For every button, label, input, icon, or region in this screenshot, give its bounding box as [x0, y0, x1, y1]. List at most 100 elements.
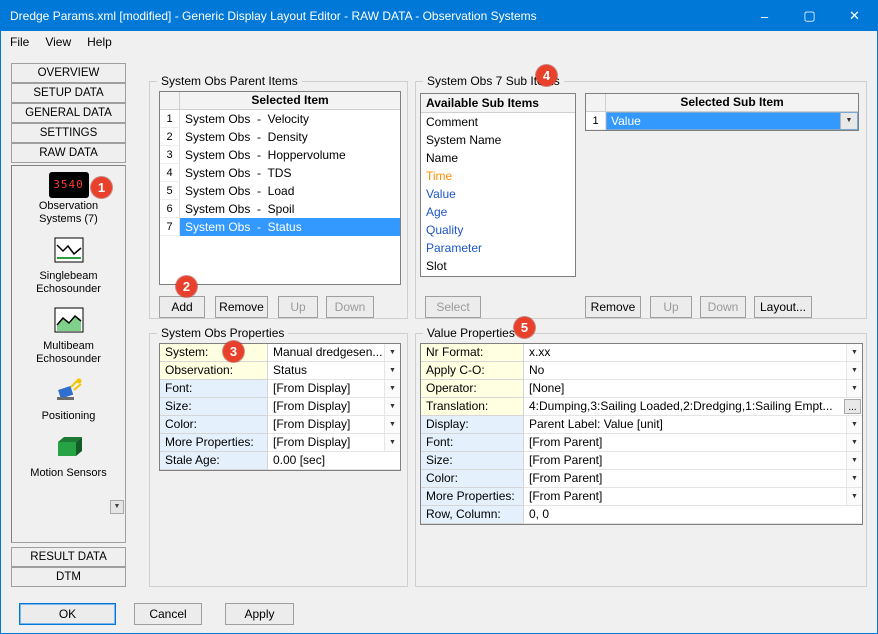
seven-segment-display-icon: 3540: [49, 172, 89, 198]
available-item-parameter[interactable]: Parameter: [421, 239, 575, 257]
selected-sub-item-row[interactable]: 1 Value ▼: [586, 112, 858, 130]
chevron-down-icon[interactable]: ▼: [846, 344, 862, 361]
remove-sub-button[interactable]: Remove: [585, 296, 641, 318]
available-item-time[interactable]: Time: [421, 167, 575, 185]
table-row[interactable]: 4System Obs - TDS: [160, 164, 400, 182]
property-value: 0.00 [sec]: [268, 452, 400, 469]
chevron-down-icon[interactable]: ▼: [846, 380, 862, 397]
chevron-down-icon[interactable]: ▼: [384, 416, 400, 433]
available-item-system-name[interactable]: System Name: [421, 131, 575, 149]
table-row-selected[interactable]: 7System Obs - Status: [160, 218, 400, 236]
echogram-chart-icon: [54, 305, 84, 338]
sidebar-tab-overview[interactable]: OVERVIEW: [11, 63, 126, 83]
font-parent-dropdown[interactable]: [From Parent]▼: [524, 434, 862, 452]
nr-format-dropdown[interactable]: x.xx▼: [524, 344, 862, 362]
row-number: 7: [160, 218, 180, 236]
property-label: Font:: [160, 380, 268, 398]
chevron-down-icon[interactable]: ▼: [846, 362, 862, 379]
available-item-comment[interactable]: Comment: [421, 113, 575, 131]
chevron-down-icon[interactable]: ▼: [384, 362, 400, 379]
color-dropdown[interactable]: [From Display]▼: [268, 416, 400, 434]
add-button[interactable]: Add: [159, 296, 205, 318]
ok-button[interactable]: OK: [19, 603, 116, 625]
menu-view[interactable]: View: [37, 32, 79, 52]
annotation-badge-2: 2: [176, 276, 197, 297]
system-dropdown[interactable]: Manual dredgesen...▼: [268, 344, 400, 362]
observation-dropdown[interactable]: Status▼: [268, 362, 400, 380]
display-dropdown[interactable]: Parent Label: Value [unit]▼: [524, 416, 862, 434]
close-button[interactable]: ✕: [832, 1, 877, 31]
table-row[interactable]: 5System Obs - Load: [160, 182, 400, 200]
group-title: System Obs Properties: [157, 326, 288, 340]
table-row[interactable]: 6System Obs - Spoil: [160, 200, 400, 218]
ellipsis-button[interactable]: ...: [844, 399, 861, 414]
chevron-down-icon[interactable]: ▼: [384, 344, 400, 361]
device-positioning[interactable]: Positioning: [12, 375, 125, 423]
maximize-button[interactable]: ▢: [787, 1, 832, 31]
size-dropdown[interactable]: [From Display]▼: [268, 398, 400, 416]
available-item-quality[interactable]: Quality: [421, 221, 575, 239]
selected-sub-item-combo[interactable]: Value ▼: [606, 112, 858, 130]
device-multibeam-echosounder[interactable]: Multibeam Echosounder: [12, 305, 125, 366]
sidebar-tab-raw-data[interactable]: RAW DATA: [11, 143, 126, 163]
table-row[interactable]: 2System Obs - Density: [160, 128, 400, 146]
down-button[interactable]: Down: [326, 296, 374, 318]
sidebar-tab-setup-data[interactable]: SETUP DATA: [11, 83, 126, 103]
row-number: 4: [160, 164, 180, 182]
translation-field[interactable]: 4:Dumping,3:Sailing Loaded,2:Dredging,1:…: [524, 398, 862, 416]
chevron-down-icon[interactable]: ▼: [384, 380, 400, 397]
chevron-down-icon[interactable]: ▼: [384, 434, 400, 451]
color-parent-dropdown[interactable]: [From Parent]▼: [524, 470, 862, 488]
more-properties-parent-dropdown[interactable]: [From Parent]▼: [524, 488, 862, 506]
apply-co-dropdown[interactable]: No▼: [524, 362, 862, 380]
more-properties-dropdown[interactable]: [From Display]▼: [268, 434, 400, 452]
property-label: Font:: [421, 434, 524, 452]
header-corner: [586, 94, 606, 112]
size-parent-dropdown[interactable]: [From Parent]▼: [524, 452, 862, 470]
table-row[interactable]: 3System Obs - Hoppervolume: [160, 146, 400, 164]
minimize-button[interactable]: –: [742, 1, 787, 31]
table-row[interactable]: 1System Obs - Velocity: [160, 110, 400, 128]
cancel-button[interactable]: Cancel: [134, 603, 202, 625]
row-text: System Obs - Hoppervolume: [180, 146, 400, 164]
up-button[interactable]: Up: [278, 296, 318, 318]
available-item-slot[interactable]: Slot: [421, 257, 575, 275]
property-value: [From Display]: [268, 434, 384, 451]
chevron-down-icon[interactable]: ▼: [846, 416, 862, 433]
scroll-down-button[interactable]: ▼: [110, 500, 124, 514]
chevron-down-icon[interactable]: ▼: [846, 470, 862, 487]
available-item-value[interactable]: Value: [421, 185, 575, 203]
parent-items-table[interactable]: Selected Item 1System Obs - Velocity 2Sy…: [159, 91, 401, 285]
property-value: Parent Label: Value [unit]: [524, 416, 846, 433]
up-sub-button[interactable]: Up: [650, 296, 692, 318]
chevron-down-icon[interactable]: ▼: [846, 488, 862, 505]
remove-button[interactable]: Remove: [215, 296, 268, 318]
device-singlebeam-echosounder[interactable]: Singlebeam Echosounder: [12, 235, 125, 296]
sidebar-tab-dtm[interactable]: DTM: [11, 567, 126, 587]
stale-age-field[interactable]: 0.00 [sec]: [268, 452, 400, 470]
titlebar[interactable]: Dredge Params.xml [modified] - Generic D…: [1, 1, 877, 31]
font-dropdown[interactable]: [From Display]▼: [268, 380, 400, 398]
row-number: 3: [160, 146, 180, 164]
row-column-field[interactable]: 0, 0: [524, 506, 862, 524]
property-value: 0, 0: [524, 506, 862, 523]
chevron-down-icon[interactable]: ▼: [840, 113, 857, 129]
sidebar-tab-settings[interactable]: SETTINGS: [11, 123, 126, 143]
chevron-down-icon[interactable]: ▼: [384, 398, 400, 415]
chevron-down-icon[interactable]: ▼: [846, 434, 862, 451]
available-sub-items-list[interactable]: Available Sub Items Comment System Name …: [420, 93, 576, 277]
device-motion-sensors[interactable]: Motion Sensors: [12, 432, 125, 480]
available-item-name[interactable]: Name: [421, 149, 575, 167]
available-item-age[interactable]: Age: [421, 203, 575, 221]
menu-help[interactable]: Help: [79, 32, 120, 52]
operator-dropdown[interactable]: [None]▼: [524, 380, 862, 398]
sidebar-tab-general-data[interactable]: GENERAL DATA: [11, 103, 126, 123]
select-button[interactable]: Select: [425, 296, 481, 318]
menu-file[interactable]: File: [2, 32, 37, 52]
chevron-down-icon[interactable]: ▼: [846, 452, 862, 469]
selected-sub-item-table[interactable]: Selected Sub Item 1 Value ▼: [585, 93, 859, 131]
layout-button[interactable]: Layout...: [754, 296, 812, 318]
sidebar-tab-result-data[interactable]: RESULT DATA: [11, 547, 126, 567]
down-sub-button[interactable]: Down: [700, 296, 746, 318]
apply-button[interactable]: Apply: [225, 603, 294, 625]
